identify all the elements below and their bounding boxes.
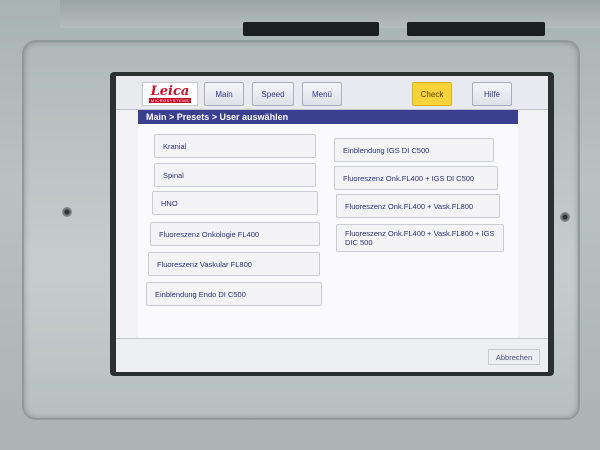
main-button[interactable]: Main [204,82,244,106]
logo-subtext: MICROSYSTEMS [148,98,192,103]
preset-onk-igs[interactable]: Fluoreszenz Onk.FL400 + IGS DI C500 [334,166,498,190]
help-button[interactable]: Hilfe [472,82,512,106]
speed-button[interactable]: Speed [252,82,294,106]
preset-einblendung-endo[interactable]: Einblendung Endo DI C500 [146,282,322,306]
check-button[interactable]: Check [412,82,452,106]
device-housing: Leica MICROSYSTEMS Main Speed Menü Check… [0,0,600,450]
preset-onk-vask[interactable]: Fluoreszenz Onk.FL400 + Vask.FL800 [336,194,500,218]
menu-button[interactable]: Menü [302,82,342,106]
preset-hno[interactable]: HNO [152,191,318,215]
preset-fluoreszenz-onkologie[interactable]: Fluoreszenz Onkologie FL400 [150,222,320,246]
bottom-bar: Abbrechen [116,338,548,372]
screw-icon [560,212,570,222]
top-toolbar: Leica MICROSYSTEMS Main Speed Menü Check… [116,76,548,110]
preset-kranial[interactable]: Kranial [154,134,316,158]
preset-einblendung-igs[interactable]: Einblendung IGS DI C500 [334,138,494,162]
preset-fluoreszenz-vaskular[interactable]: Fluoreszenz Vaskular FL800 [148,252,320,276]
vent-slot [243,22,379,36]
breadcrumb: Main > Presets > User auswählen [138,110,518,124]
touch-screen: Leica MICROSYSTEMS Main Speed Menü Check… [116,76,548,372]
screw-icon [62,207,72,217]
preset-onk-vask-igs[interactable]: Fluoreszenz Onk.FL400 + Vask.FL800 + IGS… [336,224,504,252]
leica-logo: Leica MICROSYSTEMS [142,82,198,106]
logo-brand: Leica [150,84,190,99]
preset-list: Kranial Spinal HNO Fluoreszenz Onkologie… [138,124,518,338]
preset-spinal[interactable]: Spinal [154,163,316,187]
cancel-button[interactable]: Abbrechen [488,349,540,365]
vent-slot [407,22,545,36]
